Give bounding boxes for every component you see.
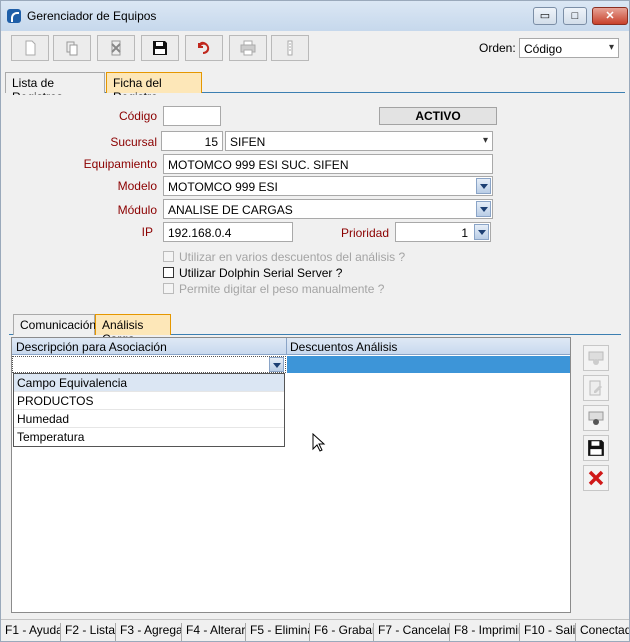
dolphin-serial-label: Utilizar Dolphin Serial Server ? [179,266,343,280]
fkey-imprimir[interactable]: F8 - Imprimir [450,623,520,641]
dropdown-arrow-icon[interactable] [269,357,284,372]
modulo-label: Módulo [117,203,157,217]
dropdown-arrow-icon [476,178,491,194]
tab-analisis-carga[interactable]: Análisis Carga [95,314,171,346]
fkey-lista[interactable]: F2 - Lista [61,623,116,641]
undo-button[interactable] [185,35,223,61]
floppy-icon [588,440,604,456]
delete-doc-icon [111,40,121,56]
tab-comunicacion[interactable]: Comunicación [13,314,96,335]
peso-manual-label: Permite digitar el peso manualmente ? [179,282,385,296]
app-logo-icon [7,9,21,23]
fkey-ayuda[interactable]: F1 - Ayuda [1,623,61,641]
dropdown-option[interactable]: PRODUCTOS [14,392,284,410]
undo-icon [198,41,210,54]
edit-row-icon [589,380,602,396]
add-row-icon [588,351,604,365]
maximize-button[interactable]: □ [563,7,587,25]
dropdown-arrow-icon [476,201,491,217]
cancel-row-button[interactable] [583,465,609,491]
sucursal-name: SIFEN [230,135,266,149]
column-divider [286,338,287,355]
main-window: Gerenciador de Equipos ▭ □ ✕ Orden: Códi… [0,0,630,642]
tab-ficha-del-registro[interactable]: Ficha del Registro [106,72,202,104]
descuentos-cell[interactable] [287,356,570,373]
fkey-salir[interactable]: F10 - Salir [520,623,576,641]
prioridad-select[interactable]: 1 [395,222,491,242]
chevron-down-icon: ▾ [608,42,614,53]
sucursal-number-field[interactable]: 15 [161,131,223,151]
checkbox-box [163,267,174,278]
fkey-grabar[interactable]: F6 - Grabar [310,623,374,641]
analysis-grid: Descripción para Asociación Descuentos A… [11,337,571,613]
save-toolbar-button[interactable] [141,35,179,61]
remove-row-icon [588,411,604,425]
connection-status: Conectado [580,623,629,637]
new-button[interactable] [11,35,49,61]
fkey-agregar[interactable]: F3 - Agregar [116,623,182,641]
orden-label: Orden: [479,41,516,55]
close-window-button[interactable]: ✕ [592,7,628,25]
copy-button[interactable] [53,35,91,61]
status-badge: ACTIVO [379,107,497,125]
tool-button[interactable] [271,35,309,61]
ip-label: IP [141,225,153,239]
modelo-value: MOTOMCO 999 ESI [168,180,278,194]
table-row[interactable] [12,356,570,373]
equipamiento-label: Equipamiento [83,157,157,171]
orden-value: Código [524,42,563,56]
dropdown-arrow-icon [474,224,489,240]
edit-row-button[interactable] [583,375,609,401]
modulo-select[interactable]: ANALISE DE CARGAS [163,199,493,219]
minimize-button[interactable]: ▭ [533,7,557,25]
column-header-descuentos[interactable]: Descuentos Análisis [290,340,397,354]
toolbar: Orden: Código ▾ [5,33,627,63]
modelo-select[interactable]: MOTOMCO 999 ESI [163,176,493,196]
descripcion-cell-editor[interactable] [12,356,286,373]
prioridad-value: 1 [461,226,468,240]
new-doc-icon [25,40,36,56]
modelo-label: Modelo [117,179,157,193]
save-row-button[interactable] [583,435,609,461]
remove-row-button[interactable] [583,405,609,431]
mouse-cursor-icon [312,433,326,452]
prioridad-label: Prioridad [340,226,389,240]
status-bar: F1 - Ayuda F2 - Lista F3 - Agregar F4 - … [1,619,629,641]
codigo-field[interactable] [163,106,221,126]
print-button[interactable] [229,35,267,61]
sucursal-select[interactable]: SIFEN ▾ [225,131,493,151]
window-title: Gerenciador de Equipos [27,9,157,23]
equipamiento-field[interactable]: MOTOMCO 999 ESI SUC. SIFEN [163,154,493,174]
record-form: Código ACTIVO Sucursal 15 SIFEN ▾ Equipa… [7,95,621,307]
add-row-button[interactable] [583,345,609,371]
orden-select[interactable]: Código ▾ [519,38,619,58]
floppy-icon [153,41,167,55]
checkbox-box [163,251,174,262]
printer-icon [240,40,256,56]
sub-tabs: Comunicación Análisis Carga [9,313,621,346]
fkey-alterar[interactable]: F4 - Alterar [182,623,246,641]
fkey-cancelar[interactable]: F7 - Cancelar [374,623,450,641]
dropdown-list: Campo Equivalencia PRODUCTOS Humedad Tem… [13,373,285,447]
dropdown-header: Campo Equivalencia [14,374,284,392]
title-bar: Gerenciador de Equipos ▭ □ ✕ [1,1,629,31]
dropdown-option[interactable]: Temperatura [14,428,284,446]
tool-icon [287,40,293,56]
dropdown-option[interactable]: Humedad [14,410,284,428]
delete-button[interactable] [97,35,135,61]
codigo-label: Código [118,109,157,123]
copy-doc-icon [66,41,78,56]
fkey-eliminar[interactable]: F5 - Eliminar [246,623,310,641]
main-tabs: Lista de Registros Ficha del Registro [5,71,625,104]
red-x-icon [588,470,604,486]
chevron-down-icon: ▾ [482,135,488,146]
checkbox-box [163,283,174,294]
column-header-descripcion[interactable]: Descripción para Asociación [16,340,167,354]
varios-descuentos-label: Utilizar en varios descuentos del anális… [179,250,406,264]
sucursal-label: Sucursal [110,135,157,149]
grid-header: Descripción para Asociación Descuentos A… [12,338,570,355]
ip-field[interactable]: 192.168.0.4 [163,222,293,242]
modulo-value: ANALISE DE CARGAS [168,203,293,217]
tab-lista-de-registros[interactable]: Lista de Registros [5,72,105,104]
